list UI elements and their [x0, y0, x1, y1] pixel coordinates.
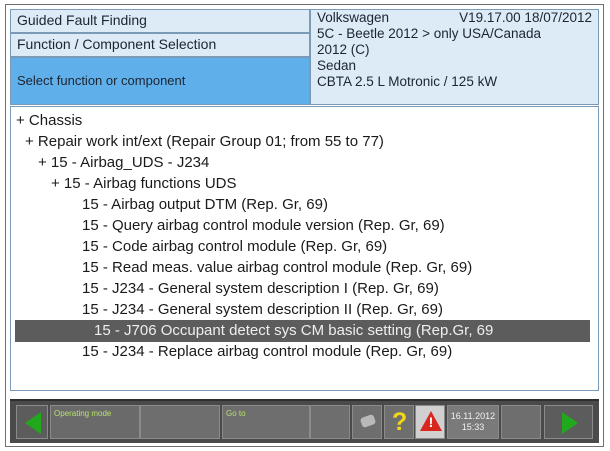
brand-label: Volkswagen	[317, 10, 390, 25]
tree-item[interactable]: 15 - J234 - General system description I…	[11, 299, 443, 321]
toolbar-slot	[140, 405, 220, 439]
tree-node-repair-work[interactable]: + Repair work int/ext (Repair Group 01; …	[11, 131, 384, 153]
version-label: V19.17.00 18/07/2012	[459, 10, 592, 25]
toolbar-slot	[501, 405, 541, 439]
vehicle-engine: CBTA 2.5 L Motronic / 125 kW	[317, 74, 498, 89]
tree-item[interactable]: 15 - J234 - General system description I…	[11, 278, 439, 300]
vehicle-model: 5C - Beetle 2012 > only USA/Canada	[317, 26, 542, 41]
operating-mode-button[interactable]: Operating mode	[50, 405, 140, 439]
tree-node-airbag-uds[interactable]: + 15 - Airbag_UDS - J234	[11, 152, 209, 174]
tree-item-selected-label: 15 - J706 Occupant detect sys CM basic s…	[94, 322, 494, 339]
toolbar-slot	[310, 405, 350, 439]
header: Guided Fault Finding Function / Componen…	[10, 9, 599, 105]
goto-label: Go to	[226, 409, 246, 418]
warning-icon-mark: !	[428, 414, 434, 430]
wrench-icon	[359, 413, 377, 429]
datetime-display: 16.11.2012 15:33	[447, 405, 499, 439]
tree-item[interactable]: 15 - Query airbag control module version…	[11, 215, 445, 237]
vehicle-year: 2012 (C)	[317, 42, 370, 57]
help-icon: ?	[392, 408, 408, 436]
forward-button[interactable]	[544, 405, 593, 439]
section-title: Function / Component Selection	[10, 33, 310, 57]
vehicle-info-row1: Volkswagen V19.17.00 18/07/2012	[317, 10, 592, 26]
time-label: 15:33	[461, 422, 485, 432]
help-button[interactable]: ?	[384, 405, 414, 439]
app-window: Guided Fault Finding Function / Componen…	[5, 4, 604, 447]
tree-item[interactable]: 15 - Read meas. value airbag control mod…	[11, 257, 472, 279]
vehicle-body: Sedan	[317, 58, 357, 73]
mode-title: Guided Fault Finding	[10, 9, 310, 33]
bottom-toolbar: Operating mode Go to ? ! 16.11.2012 15:3…	[10, 399, 599, 443]
date-label: 16.11.2012	[450, 411, 496, 421]
back-button[interactable]	[16, 405, 48, 439]
warning-button[interactable]: !	[415, 405, 445, 439]
tree-item[interactable]: 15 - Airbag output DTM (Rep. Gr, 69)	[11, 194, 328, 216]
tree-node-airbag-functions[interactable]: + 15 - Airbag functions UDS	[11, 173, 237, 195]
vehicle-info: Volkswagen V19.17.00 18/07/2012 5C - Bee…	[310, 9, 599, 105]
arrow-right-icon	[562, 412, 578, 434]
tree-item[interactable]: 15 - J234 - Replace airbag control modul…	[11, 341, 452, 363]
operating-mode-label: Operating mode	[54, 409, 112, 418]
function-tree[interactable]: + Chassis + Repair work int/ext (Repair …	[10, 106, 599, 391]
tree-item[interactable]: 15 - Code airbag control module (Rep. Gr…	[11, 236, 387, 258]
instruction-label: Select function or component	[10, 57, 310, 105]
goto-button[interactable]: Go to	[222, 405, 310, 439]
tools-button[interactable]	[352, 405, 382, 439]
tree-item-selected[interactable]: 15 - J706 Occupant detect sys CM basic s…	[15, 320, 590, 342]
tree-node-chassis[interactable]: + Chassis	[11, 110, 82, 132]
arrow-left-icon	[25, 412, 41, 434]
